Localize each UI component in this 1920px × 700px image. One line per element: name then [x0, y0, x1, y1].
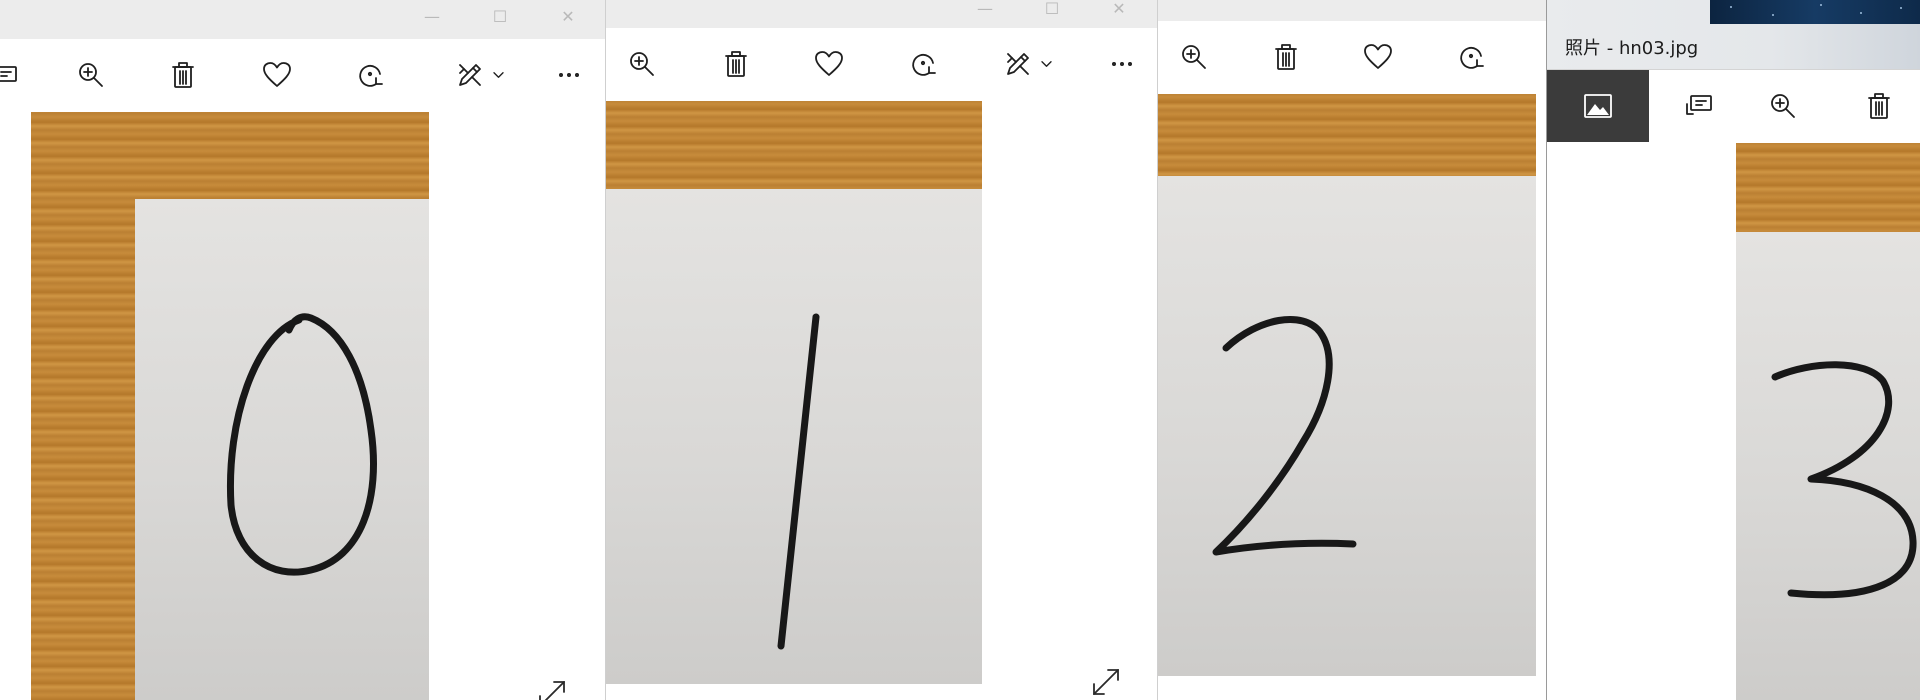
close-button[interactable]: ✕: [555, 4, 581, 30]
favorite-button[interactable]: [801, 28, 857, 100]
maximize-button[interactable]: ☐: [487, 4, 513, 30]
fullscreen-icon[interactable]: [1090, 666, 1122, 698]
minimize-button[interactable]: —: [419, 4, 445, 30]
maximize-button[interactable]: ☐: [1039, 0, 1065, 22]
desktop-wallpaper-strip: [1710, 0, 1920, 24]
handwritten-digit-1: [777, 313, 820, 650]
fullscreen-icon[interactable]: [536, 678, 568, 700]
title-bar[interactable]: — ☐ ✕: [606, 0, 1157, 28]
photos-window-0: — ☐ ✕ 0: [0, 0, 605, 700]
more-options-icon: [1112, 61, 1132, 66]
slideshow-icon: [0, 66, 17, 82]
zoom-in-button[interactable]: [614, 28, 670, 100]
zoom-in-icon: [630, 52, 654, 76]
edit-dropdown-button[interactable]: [488, 39, 518, 111]
rotate-button[interactable]: [342, 39, 398, 111]
title-bar[interactable]: 照片 - hn03.jpg: [1547, 0, 1920, 70]
delete-icon: [725, 51, 747, 77]
toolbar: [606, 28, 1157, 100]
favorite-button[interactable]: [249, 39, 305, 111]
view-photo-button[interactable]: [1547, 70, 1649, 142]
close-button[interactable]: ✕: [1106, 0, 1132, 22]
rotate-icon: [359, 65, 383, 87]
favorite-heart-icon: [1364, 44, 1392, 69]
delete-icon: [172, 62, 194, 88]
zoom-in-button[interactable]: [1166, 21, 1222, 93]
minimize-button[interactable]: —: [972, 0, 998, 22]
rotate-button[interactable]: [895, 28, 951, 100]
edit-dropdown-button[interactable]: [1036, 28, 1066, 100]
window-title: 照片 - hn03.jpg: [1565, 38, 1699, 59]
delete-button[interactable]: [1851, 70, 1907, 142]
delete-icon: [1868, 93, 1890, 119]
slideshow-button[interactable]: [0, 39, 34, 111]
rotate-button[interactable]: [1443, 21, 1499, 93]
handwritten-digit-0: [226, 313, 377, 576]
photos-window-3: 照片 - hn03.jpg 3: [1546, 0, 1920, 700]
photo-canvas[interactable]: 1: [606, 101, 982, 684]
slideshow-button[interactable]: [1671, 70, 1727, 142]
zoom-in-button[interactable]: [1755, 70, 1811, 142]
zoom-in-icon: [79, 63, 103, 87]
zoom-in-icon: [1771, 94, 1795, 118]
image-mountain-icon: [1584, 94, 1612, 118]
delete-button[interactable]: [155, 39, 211, 111]
zoom-in-icon: [1182, 45, 1206, 69]
photos-window-1: — ☐ ✕ 1: [605, 0, 1157, 700]
more-options-icon: [559, 72, 579, 77]
slideshow-icon: [1686, 95, 1712, 115]
chevron-down-icon: [1041, 61, 1052, 67]
handwritten-digit-3: [1771, 361, 1917, 599]
favorite-heart-icon: [815, 51, 843, 76]
zoom-in-button[interactable]: [63, 39, 119, 111]
edit-create-icon: [459, 64, 481, 86]
delete-button[interactable]: [1258, 21, 1314, 93]
title-bar[interactable]: — ☐ ✕: [0, 0, 605, 39]
photo-canvas[interactable]: 0: [31, 112, 429, 700]
title-bar[interactable]: [1158, 0, 1546, 21]
more-options-button[interactable]: [1094, 28, 1150, 100]
toolbar: [1158, 21, 1546, 93]
toolbar: [0, 39, 605, 111]
delete-icon: [1275, 44, 1297, 70]
handwritten-digit-2: [1212, 316, 1357, 556]
rotate-icon: [912, 54, 936, 76]
favorite-button[interactable]: [1350, 21, 1406, 93]
photo-canvas[interactable]: 2: [1158, 94, 1536, 676]
more-options-button[interactable]: [541, 39, 597, 111]
photos-window-2: 2: [1157, 0, 1546, 700]
rotate-icon: [1460, 47, 1484, 69]
photo-canvas[interactable]: 3: [1736, 143, 1920, 700]
edit-create-icon: [1007, 53, 1029, 75]
favorite-heart-icon: [263, 62, 291, 87]
delete-button[interactable]: [708, 28, 764, 100]
chevron-down-icon: [493, 72, 504, 78]
toolbar: [1547, 70, 1920, 142]
